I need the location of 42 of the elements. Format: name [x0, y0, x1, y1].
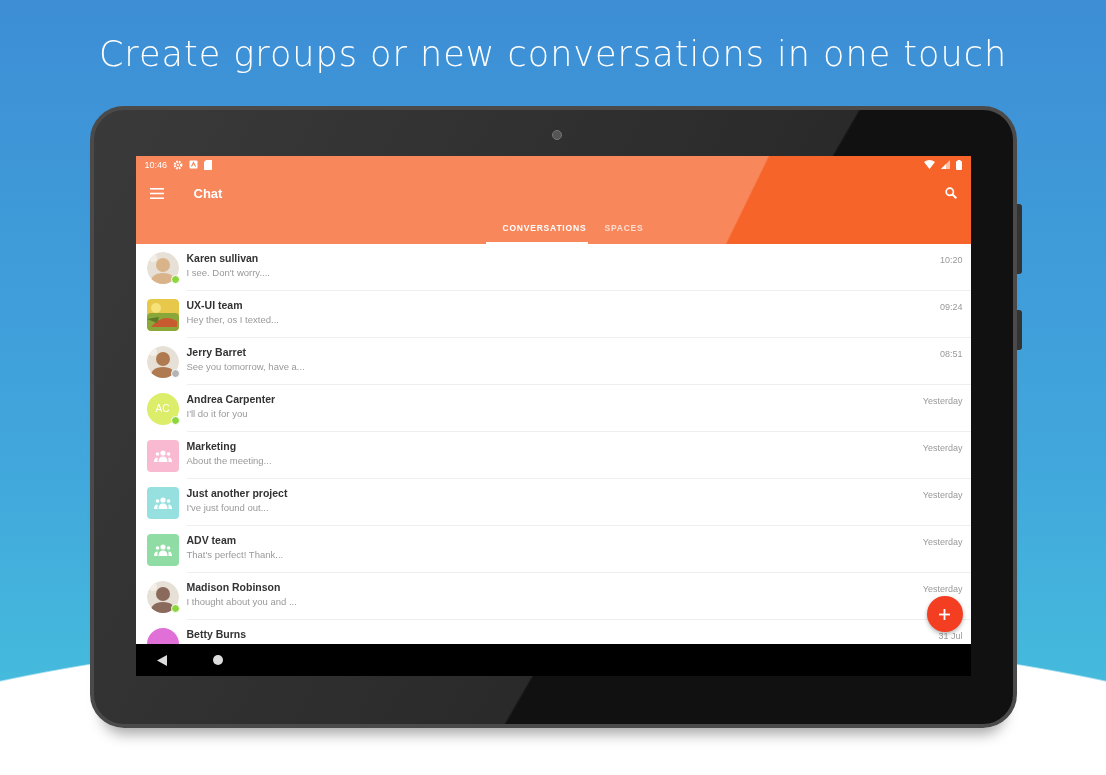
- message-time: Yesterday: [922, 395, 963, 406]
- contact-name: Betty Burns: [186, 628, 247, 640]
- plus-icon: [939, 608, 950, 620]
- gear-icon: [173, 159, 184, 170]
- sd-card-icon: [204, 159, 213, 170]
- contact-name: Andrea Carpenter: [186, 393, 277, 405]
- message-time: 31 Jul: [938, 630, 963, 641]
- camera-icon: [551, 130, 562, 140]
- tab[interactable]: SPACES: [588, 213, 660, 244]
- battery-icon: [955, 159, 962, 170]
- signal-icon: [940, 160, 950, 169]
- wifi-icon: [923, 160, 935, 169]
- message-time: Yesterday: [922, 536, 963, 547]
- contact-name: Karen sullivan: [186, 252, 260, 264]
- add-button[interactable]: [926, 596, 963, 632]
- message-time: Yesterday: [922, 442, 963, 453]
- contact-name: ADV team: [186, 534, 238, 546]
- message-preview: I thought about you and ...: [186, 596, 298, 607]
- tab[interactable]: CONVERSATIONS: [486, 213, 589, 244]
- message-preview: I see. Don't worry....: [186, 267, 271, 278]
- contact-name: Jerry Barret: [186, 346, 248, 358]
- contact-name: Madison Robinson: [186, 581, 282, 593]
- message-time: 09:24: [939, 301, 963, 312]
- notification-icon: [189, 160, 199, 169]
- message-preview: See you tomorrow, have a...: [186, 361, 306, 372]
- message-time: Yesterday: [922, 489, 963, 500]
- message-time: 08:51: [939, 348, 963, 359]
- toolbar-title: Chat: [193, 185, 224, 201]
- headline: Create groups or new conversations in one touch: [98, 34, 1008, 74]
- message-preview: About the meeting...: [186, 455, 273, 466]
- message-preview: I'll do it for you: [186, 408, 249, 419]
- contact-name: Just another project: [186, 487, 289, 499]
- message-time: 10:20: [939, 254, 963, 265]
- message-time: Yesterday: [922, 583, 963, 594]
- contact-name: UX-UI team: [186, 299, 244, 311]
- initials-avatar: AC: [146, 392, 179, 425]
- message-preview: That's perfect! Thank...: [186, 549, 285, 560]
- status-time: 10:46: [144, 159, 168, 170]
- back-icon[interactable]: [156, 654, 167, 666]
- home-icon[interactable]: [212, 655, 223, 665]
- contact-name: Marketing: [186, 440, 238, 452]
- message-preview: I've just found out...: [186, 502, 270, 513]
